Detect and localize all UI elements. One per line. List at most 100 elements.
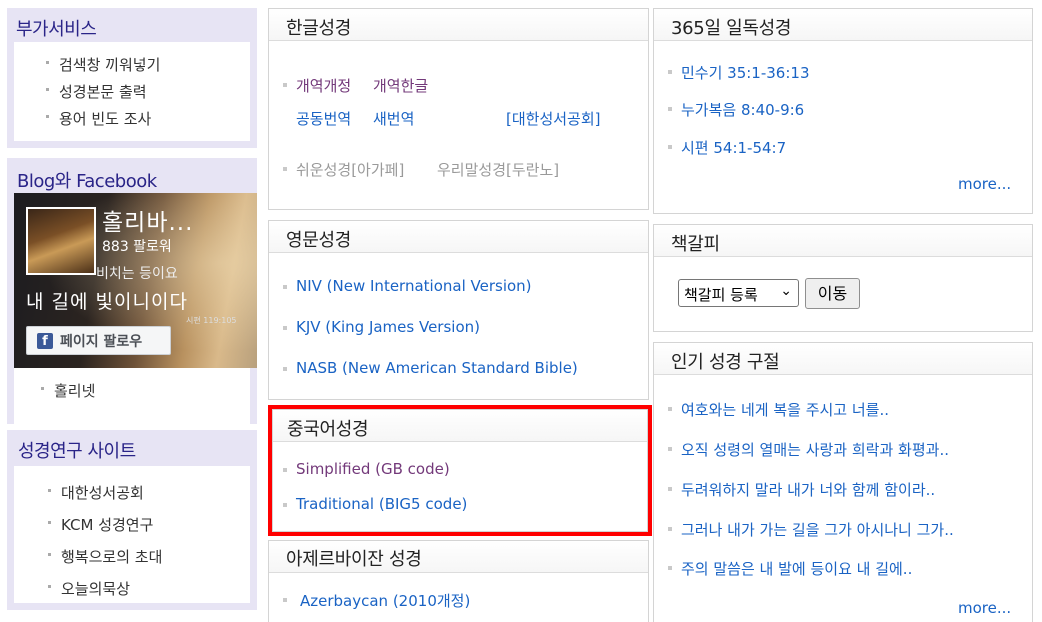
link-label: 쉬운성경[아가페]	[296, 161, 405, 179]
list-item[interactable]: 용어 빈도 조사	[46, 108, 151, 129]
bullet-icon	[668, 527, 672, 531]
link-azerbaycan[interactable]: Azerbaycan (2010개정)	[283, 590, 471, 611]
link-label: 오직 성령의 열매는 사랑과 희락과 화평과..	[681, 441, 949, 459]
panel-header: 365일 일독성경	[654, 9, 1032, 41]
panel-title: 인기 성경 구절	[671, 352, 780, 373]
daily-reading-item[interactable]: 시편 54:1-54:7	[668, 137, 787, 158]
list-item-label: 성경본문 출력	[59, 83, 147, 101]
list-item[interactable]: 검색창 끼워넣기	[46, 54, 161, 75]
link-niv[interactable]: NIV (New International Version)	[283, 277, 532, 295]
highlight-frame	[268, 405, 652, 536]
blog-title: Blog와 Facebook	[17, 171, 157, 192]
korean-bible-panel: 한글성경 개역개정 개역한글 공동번역 새번역 [대한성서공회] 쉬운성경[아가…	[268, 8, 649, 210]
facebook-follow-button[interactable]: f 페이지 팔로우	[26, 326, 171, 355]
services-title: 부가서비스	[16, 19, 97, 40]
list-item[interactable]: 홀리넷	[41, 380, 95, 401]
popular-verse-item[interactable]: 오직 성령의 열매는 사랑과 희락과 화평과..	[668, 439, 949, 460]
daily-more-link[interactable]: more...	[958, 175, 1011, 193]
panel-header: 책갈피	[654, 225, 1032, 257]
daily-reading-item[interactable]: 민수기 35:1-36:13	[668, 62, 810, 83]
popular-more-link[interactable]: more...	[958, 599, 1011, 617]
blog-list: 홀리넷	[14, 368, 250, 424]
link-label: 여호와는 네게 복을 주시고 너를..	[681, 401, 890, 419]
go-button[interactable]: 이동	[805, 278, 860, 309]
link-common-translation[interactable]: 공동번역	[296, 108, 351, 129]
follow-button-label: 페이지 팔로우	[60, 334, 143, 350]
research-box: 성경연구 사이트 대한성서공회 KCM 성경연구 행복으로의 초대 오늘의묵상	[7, 430, 257, 610]
blog-box: Blog와 Facebook 홀리바... 883 팔로워 비치는 등이요 내 …	[7, 158, 257, 424]
popular-verse-item[interactable]: 그러나 내가 가는 길을 그가 아시나니 그가..	[668, 519, 954, 540]
link-label: 주의 말씀은 내 발에 등이요 내 길에..	[681, 560, 913, 578]
english-bible-panel: 영문성경 NIV (New International Version) KJV…	[268, 220, 649, 400]
cover-caption-line1: 비치는 등이요	[96, 266, 178, 282]
link-nasb[interactable]: NASB (New American Standard Bible)	[283, 359, 578, 377]
link-label: 우리말성경[두란노]	[437, 161, 560, 179]
link-label: Azerbaycan (2010개정)	[300, 592, 471, 610]
list-item[interactable]: KCM 성경연구	[48, 514, 154, 535]
list-item-label: 오늘의묵상	[61, 580, 131, 598]
facebook-icon: f	[37, 333, 53, 349]
bullet-icon	[283, 167, 287, 171]
list-item-label: 행복으로의 초대	[61, 548, 163, 566]
link-label: NIV (New International Version)	[296, 277, 532, 295]
link-bible-society[interactable]: [대한성서공회]	[506, 108, 601, 129]
services-box: 부가서비스 검색창 끼워넣기 성경본문 출력 용어 빈도 조사	[7, 8, 257, 148]
bookmark-select[interactable]: 책갈피 등록 ⌄	[678, 279, 799, 307]
facebook-follower-count: 883 팔로워	[102, 239, 172, 255]
list-item[interactable]: 성경본문 출력	[46, 81, 147, 102]
bullet-icon	[668, 447, 672, 451]
services-list: 검색창 끼워넣기 성경본문 출력 용어 빈도 조사	[14, 42, 250, 141]
popular-verse-item[interactable]: 두려워하지 말라 내가 너와 함께 함이라..	[668, 479, 936, 500]
link-korean-old[interactable]: 개역한글	[373, 75, 428, 96]
daily-reading-item[interactable]: 누가복음 8:40-9:6	[668, 99, 805, 120]
link-label: 개역개정	[296, 77, 352, 95]
list-item[interactable]: 행복으로의 초대	[48, 546, 163, 567]
cover-caption-line2: 내 길에 빛이니이다	[26, 291, 188, 313]
popular-verse-item[interactable]: 여호와는 네게 복을 주시고 너를..	[668, 399, 890, 420]
link-korean-revised[interactable]: 개역개정	[283, 75, 352, 96]
list-item-label: KCM 성경연구	[61, 516, 154, 534]
research-list: 대한성서공회 KCM 성경연구 행복으로의 초대 오늘의묵상	[14, 466, 250, 603]
popular-verses-panel: 인기 성경 구절 여호와는 네게 복을 주시고 너를.. 오직 성령의 열매는 …	[653, 342, 1033, 622]
research-title: 성경연구 사이트	[18, 441, 136, 462]
bullet-icon	[283, 598, 287, 602]
link-label: 새번역	[373, 110, 415, 128]
bullet-icon	[283, 83, 287, 87]
popular-verse-item[interactable]: 주의 말씀은 내 발에 등이요 내 길에..	[668, 558, 913, 579]
bullet-icon	[283, 285, 287, 289]
link-woorimal-bible[interactable]: 우리말성경[두란노]	[437, 159, 559, 180]
bullet-icon	[48, 585, 51, 588]
link-label: 그러나 내가 가는 길을 그가 아시나니 그가..	[681, 521, 954, 539]
link-label: 두려워하지 말라 내가 너와 함께 함이라..	[681, 481, 936, 499]
link-label: 공동번역	[296, 110, 352, 128]
link-label: 누가복음 8:40-9:6	[681, 101, 805, 119]
bullet-icon	[283, 326, 287, 330]
azerbaijani-bible-panel: 아제르바이잔 성경 Azerbaycan (2010개정)	[268, 540, 649, 622]
link-label: [대한성서공회]	[506, 110, 601, 128]
bullet-icon	[46, 115, 49, 118]
facebook-page-widget[interactable]: 홀리바... 883 팔로워 비치는 등이요 내 길에 빛이니이다 시편 119…	[14, 193, 257, 368]
list-item-label: 검색창 끼워넣기	[59, 56, 161, 74]
list-item[interactable]: 오늘의묵상	[48, 578, 131, 599]
page-profile-image[interactable]	[26, 207, 96, 275]
link-kjv[interactable]: KJV (King James Version)	[283, 318, 480, 336]
link-easy-bible[interactable]: 쉬운성경[아가페]	[283, 159, 405, 180]
list-item[interactable]: 대한성서공회	[48, 482, 144, 503]
bullet-icon	[668, 566, 672, 570]
bullet-icon	[48, 553, 51, 556]
link-label: NASB (New American Standard Bible)	[296, 359, 578, 377]
facebook-page-name[interactable]: 홀리바...	[102, 203, 193, 237]
bullet-icon	[668, 145, 672, 149]
panel-title: 아제르바이잔 성경	[286, 549, 422, 570]
link-label: 민수기 35:1-36:13	[681, 64, 810, 82]
link-label: 시편 54:1-54:7	[681, 139, 787, 157]
panel-header: 아제르바이잔 성경	[269, 541, 648, 573]
bullet-icon	[48, 489, 51, 492]
bookmark-select-value: 책갈피 등록	[684, 286, 758, 304]
bullet-icon	[46, 88, 49, 91]
bullet-icon	[41, 387, 44, 390]
link-new-translation[interactable]: 새번역	[373, 108, 414, 129]
panel-header: 영문성경	[269, 221, 648, 253]
panel-title: 책갈피	[671, 234, 720, 255]
bullet-icon	[668, 70, 672, 74]
